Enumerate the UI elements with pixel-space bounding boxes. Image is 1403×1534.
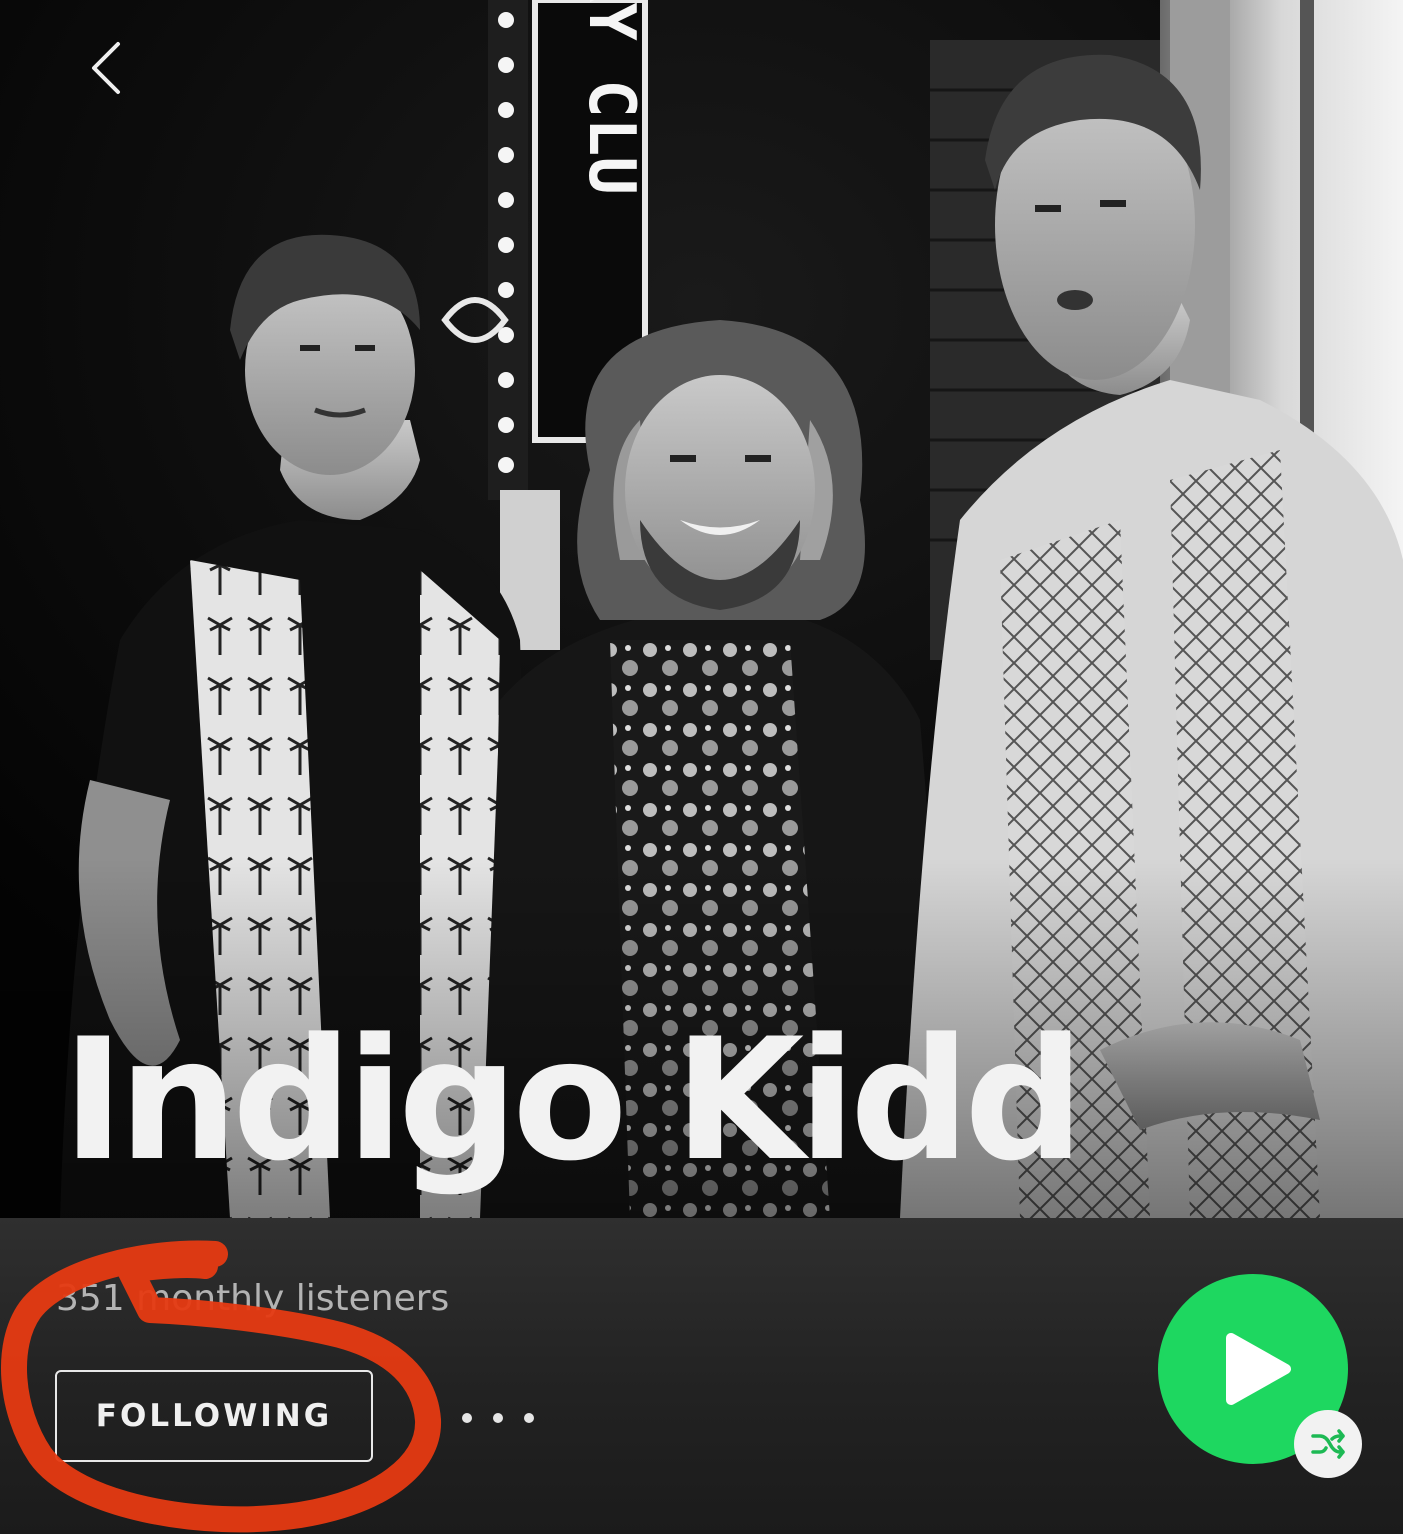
shuffle-icon — [1311, 1429, 1345, 1459]
more-horizontal-icon — [462, 1413, 473, 1423]
more-horizontal-icon — [523, 1413, 534, 1423]
sign-text: TRY CLU — [574, 0, 648, 195]
artist-header-image: TRY CLU Indigo Kidd — [0, 0, 1403, 1218]
artist-action-bar: 351 monthly listeners FOLLOWING — [0, 1218, 1403, 1534]
more-horizontal-icon — [492, 1413, 503, 1423]
artist-name: Indigo Kidd — [62, 1002, 1084, 1198]
more-options-button[interactable] — [452, 1398, 544, 1438]
chevron-left-icon — [92, 42, 120, 94]
shuffle-button[interactable] — [1294, 1410, 1362, 1478]
following-button[interactable]: FOLLOWING — [55, 1370, 373, 1462]
back-button[interactable] — [72, 30, 148, 106]
monthly-listeners: 351 monthly listeners — [56, 1278, 450, 1319]
